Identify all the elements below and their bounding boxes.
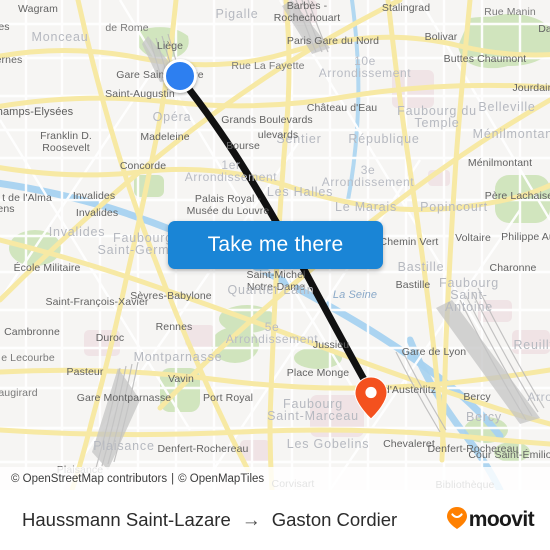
moovit-pin-icon — [446, 506, 468, 535]
route-destination-label: Gaston Cordier — [271, 509, 398, 530]
attribution-separator: | — [171, 472, 175, 485]
arrow-right-icon: → — [241, 509, 261, 531]
attribution-tiles[interactable]: © OpenMapTiles — [178, 473, 264, 485]
take-me-there-button[interactable]: Take me there — [168, 221, 383, 269]
map-screen: WagramMonceauPigalleLiègeesernesde RomeG… — [0, 0, 550, 550]
destination-marker[interactable] — [354, 376, 388, 420]
route-summary: Haussmann Saint-Lazare → Gaston Cordier — [22, 509, 446, 531]
map-attribution: © OpenStreetMap contributors | © OpenMap… — [0, 467, 550, 490]
bottom-bar: Haussmann Saint-Lazare → Gaston Cordier … — [0, 490, 550, 550]
map-canvas[interactable]: WagramMonceauPigalleLiègeesernesde RomeG… — [0, 0, 550, 490]
origin-marker[interactable] — [163, 59, 197, 93]
attribution-osm[interactable]: © OpenStreetMap contributors — [11, 473, 167, 485]
moovit-wordmark: moovit — [468, 508, 535, 531]
route-origin-label: Haussmann Saint-Lazare — [22, 509, 231, 530]
moovit-logo[interactable]: moovit — [446, 506, 535, 535]
